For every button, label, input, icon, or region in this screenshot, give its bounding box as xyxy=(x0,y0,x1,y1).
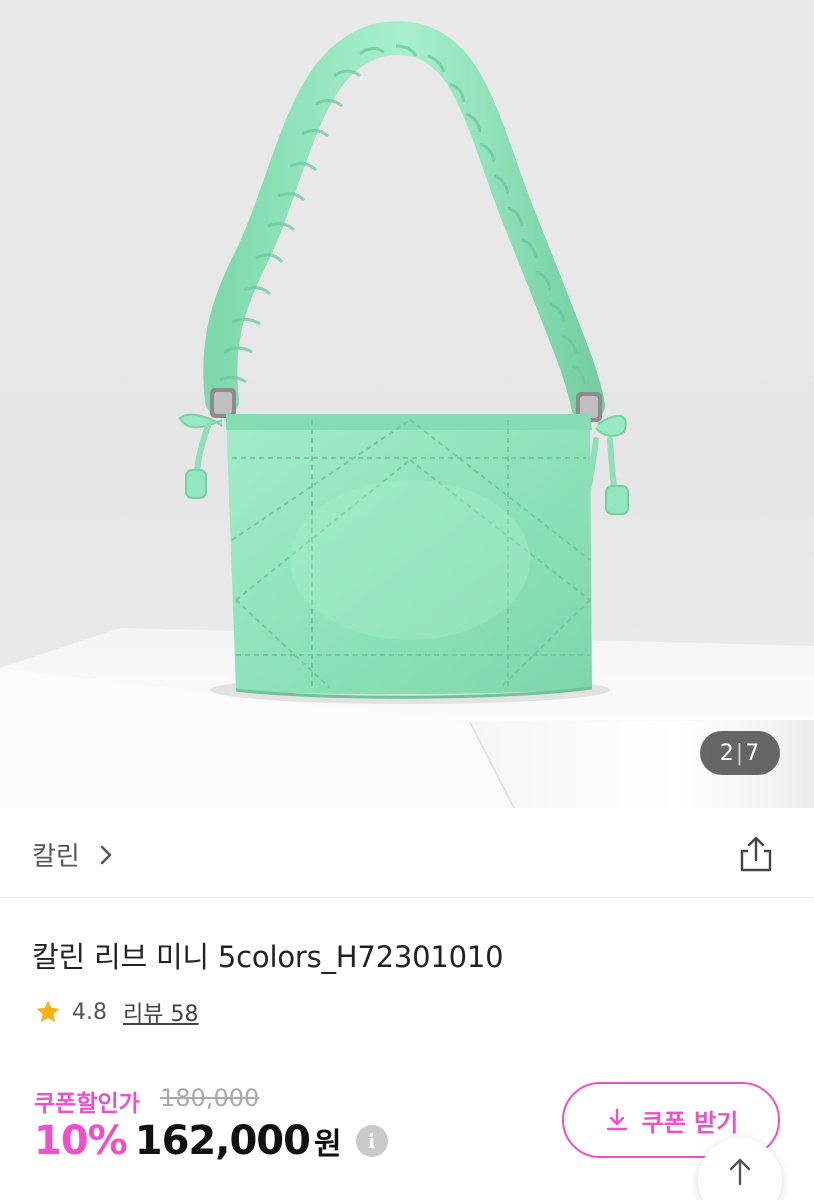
rating-row: 4.8 리뷰 58 xyxy=(34,996,198,1028)
bag-illustration xyxy=(0,21,814,808)
brand-row: 칼린 xyxy=(0,808,814,898)
info-icon[interactable]: i xyxy=(355,1125,388,1157)
chevron-right-icon xyxy=(100,845,112,864)
product-image[interactable]: 2 | 7 xyxy=(0,0,814,808)
product-title: 칼린 리브 미니 5colors_H72301010 xyxy=(32,940,504,974)
discount-rate: 10% xyxy=(34,1118,128,1164)
image-counter-current: 2 xyxy=(719,740,735,766)
image-counter-separator: | xyxy=(735,740,745,766)
rating-value: 4.8 xyxy=(72,999,107,1025)
brand-name: 칼린 xyxy=(32,842,80,872)
coupon-price-label: 쿠폰할인가 xyxy=(34,1091,140,1117)
price-row: 10% 162,000 원 i xyxy=(34,1118,388,1164)
final-price: 162,000 xyxy=(134,1118,311,1164)
get-coupon-label: 쿠폰 받기 xyxy=(641,1108,739,1137)
image-counter-total: 7 xyxy=(745,740,761,766)
original-price: 180,000 xyxy=(160,1084,260,1112)
image-counter: 2 | 7 xyxy=(700,731,780,775)
brand-link[interactable]: 칼린 xyxy=(32,836,118,873)
currency-unit: 원 xyxy=(313,1127,342,1162)
star-icon xyxy=(36,1000,60,1023)
arrow-up-icon xyxy=(729,1158,751,1186)
share-icon[interactable] xyxy=(736,834,776,874)
review-link[interactable]: 리뷰 58 xyxy=(123,996,198,1028)
download-icon xyxy=(606,1108,627,1131)
